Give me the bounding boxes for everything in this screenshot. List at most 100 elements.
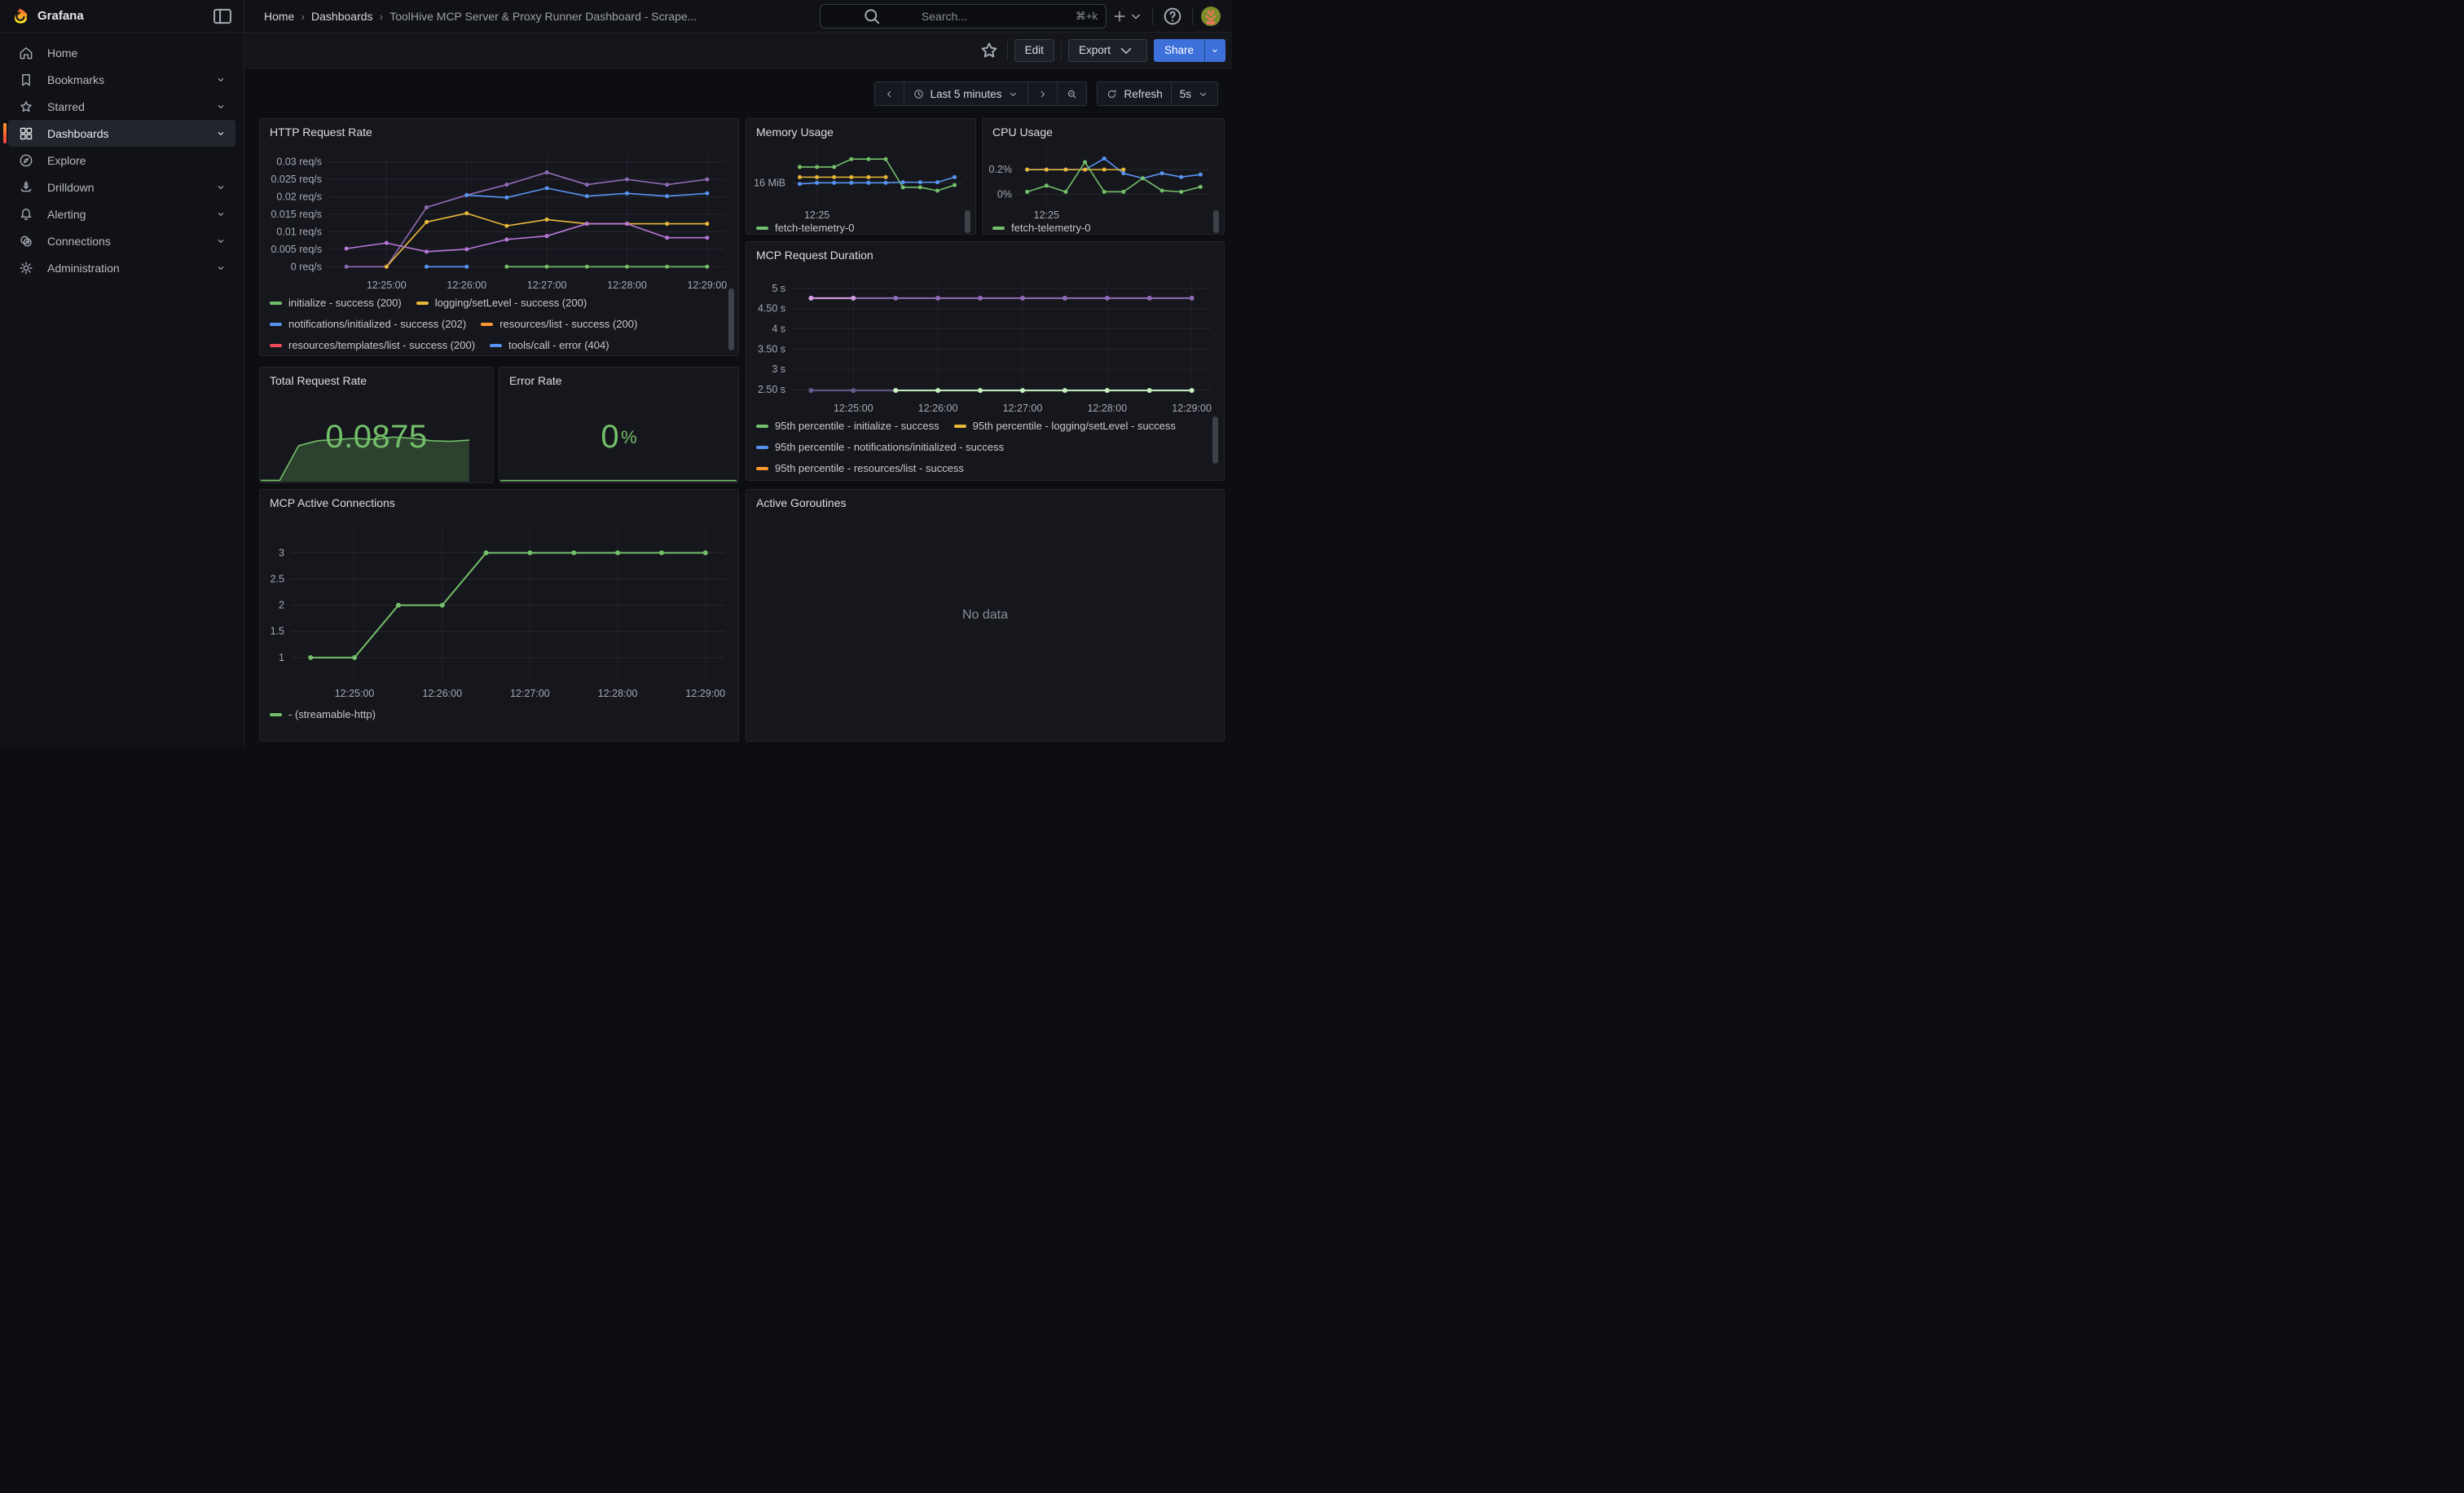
sidebar-item-connections[interactable]: Connections (8, 227, 235, 254)
legend-swatch (270, 713, 282, 716)
user-avatar[interactable] (1201, 7, 1221, 26)
compass-icon (18, 152, 34, 169)
time-shift-back-button[interactable] (874, 81, 904, 106)
legend-item[interactable]: 95th percentile - notifications/initiali… (756, 438, 1004, 457)
panel-cpu-usage: CPU Usage 0.2%0%12:25 fetch-telemetry-0 (982, 118, 1225, 235)
sidebar-item-alerting[interactable]: Alerting (8, 200, 235, 227)
chevron-right-icon (1036, 88, 1049, 100)
legend-swatch (416, 302, 429, 305)
legend-label: fetch-telemetry-0 (1011, 218, 1091, 235)
duration-legend: 95th percentile - initialize - success 95… (756, 415, 1211, 481)
grafana-logo-icon[interactable] (11, 7, 29, 25)
legend-swatch (481, 323, 493, 326)
sidebar-item-explore[interactable]: Explore (8, 147, 235, 174)
panel-title[interactable]: Active Goroutines (756, 496, 847, 509)
search-field[interactable] (922, 10, 1069, 23)
panel-active-goroutines: Active Goroutines No data (746, 489, 1225, 742)
svg-text:12:26:00: 12:26:00 (447, 280, 486, 291)
breadcrumb-home[interactable]: Home (264, 10, 294, 23)
sidebar-item-administration[interactable]: Administration (8, 254, 235, 281)
legend-item[interactable]: - (streamable-http) (270, 705, 376, 724)
legend-item[interactable]: logging/setLevel - success (200) (416, 293, 587, 313)
svg-text:5 s: 5 s (772, 283, 785, 294)
svg-text:3 s: 3 s (772, 363, 785, 375)
legend-item[interactable]: 95th percentile - logging/setLevel - suc… (954, 416, 1176, 436)
panel-mcp-active-connections: MCP Active Connections 11.522.5312:25:00… (259, 489, 739, 742)
help-button[interactable] (1161, 5, 1184, 28)
chevron-down-icon[interactable] (214, 208, 227, 221)
divider (1007, 42, 1008, 59)
legend-item[interactable]: fetch-telemetry-0 (756, 218, 855, 235)
share-menu-button[interactable] (1204, 39, 1225, 62)
panel-title[interactable]: Memory Usage (756, 126, 834, 139)
legend-scrollbar[interactable] (1213, 210, 1219, 233)
search-input[interactable]: ⌘+k (820, 4, 1107, 29)
legend-item[interactable]: resources/list - success (200) (481, 315, 637, 334)
chevron-left-icon (883, 88, 895, 100)
refresh-interval-picker[interactable]: 5s (1171, 81, 1218, 106)
sidebar-item-drilldown[interactable]: Drilldown (8, 174, 235, 200)
time-shift-forward-button[interactable] (1027, 81, 1058, 106)
add-button[interactable] (1111, 5, 1144, 28)
svg-text:12:28:00: 12:28:00 (607, 280, 647, 291)
chevron-down-icon[interactable] (214, 181, 227, 194)
chevron-down-icon[interactable] (214, 100, 227, 113)
divider (1061, 42, 1062, 59)
legend-item[interactable]: resources/templates/list - success (200) (270, 336, 475, 355)
panel-title[interactable]: MCP Request Duration (756, 249, 873, 262)
sidebar-item-dashboards[interactable]: Dashboards (8, 120, 235, 147)
legend-item[interactable]: 95th percentile - resources/templates/li… (756, 480, 1013, 481)
legend-scrollbar[interactable] (965, 210, 970, 233)
svg-text:4 s: 4 s (772, 324, 785, 335)
legend-item[interactable]: tools/call - error (404) (490, 336, 609, 355)
breadcrumb-dashboards[interactable]: Dashboards (311, 10, 373, 23)
panel-title[interactable]: CPU Usage (992, 126, 1053, 139)
svg-text:12:25:00: 12:25:00 (367, 280, 407, 291)
svg-text:0.025 req/s: 0.025 req/s (271, 174, 322, 185)
bookmark-icon (18, 72, 34, 88)
chevron-down-icon[interactable] (214, 262, 227, 275)
drilldown-icon (18, 179, 34, 196)
legend-item[interactable]: 95th percentile - resources/list - succe… (756, 459, 964, 478)
legend-swatch (270, 323, 282, 326)
edit-button[interactable]: Edit (1014, 39, 1054, 62)
legend-item[interactable]: 95th percentile - initialize - success (756, 416, 939, 436)
panel-total-request-rate: Total Request Rate 0.0875 (259, 367, 494, 483)
refresh-button[interactable]: Refresh (1097, 81, 1171, 106)
chevron-down-icon[interactable] (214, 235, 227, 248)
legend-scrollbar[interactable] (728, 288, 734, 350)
star-dashboard-button[interactable] (978, 39, 1001, 62)
panel-title[interactable]: HTTP Request Rate (270, 126, 372, 139)
chevron-down-icon[interactable] (214, 127, 227, 140)
sidebar-item-bookmarks[interactable]: Bookmarks (8, 66, 235, 93)
legend-label: 95th percentile - resources/templates/li… (775, 480, 1013, 481)
legend-swatch (954, 425, 966, 428)
http-request-rate-chart: 0 req/s0.005 req/s0.01 req/s0.015 req/s0… (260, 147, 737, 292)
svg-text:2: 2 (279, 600, 284, 611)
zoom-out-time-button[interactable] (1057, 81, 1087, 106)
time-range-picker[interactable]: Last 5 minutes (904, 81, 1029, 106)
svg-text:12:29:00: 12:29:00 (685, 688, 725, 699)
nav-left: Grafana (0, 0, 244, 32)
sidebar-item-starred[interactable]: Starred (8, 93, 235, 120)
svg-text:12:27:00: 12:27:00 (527, 280, 567, 291)
svg-text:12:29:00: 12:29:00 (688, 280, 728, 291)
legend-item[interactable]: fetch-telemetry-0 (992, 218, 1091, 235)
legend-item[interactable]: notifications/initialized - success (202… (270, 315, 466, 334)
sidebar-item-home[interactable]: Home (8, 39, 235, 66)
export-button[interactable]: Export (1068, 39, 1147, 62)
legend-item[interactable]: initialize - success (200) (270, 293, 402, 313)
http-legend: initialize - success (200) logging/setLev… (270, 292, 725, 356)
sidebar-toggle-icon[interactable] (211, 5, 234, 28)
panel-memory-usage: Memory Usage 16 MiB12:25 fetch-telemetry… (746, 118, 976, 235)
chevron-down-icon[interactable] (214, 73, 227, 86)
divider (1192, 7, 1193, 25)
legend-scrollbar[interactable] (1212, 416, 1218, 464)
legend-label: resources/list - success (200) (499, 315, 637, 334)
svg-text:12:27:00: 12:27:00 (510, 688, 550, 699)
legend-label: tools/call - error (404) (508, 336, 609, 355)
share-button[interactable]: Share (1154, 39, 1204, 62)
bell-icon (18, 206, 34, 222)
svg-text:0 req/s: 0 req/s (291, 261, 322, 272)
panel-title[interactable]: MCP Active Connections (270, 496, 395, 509)
